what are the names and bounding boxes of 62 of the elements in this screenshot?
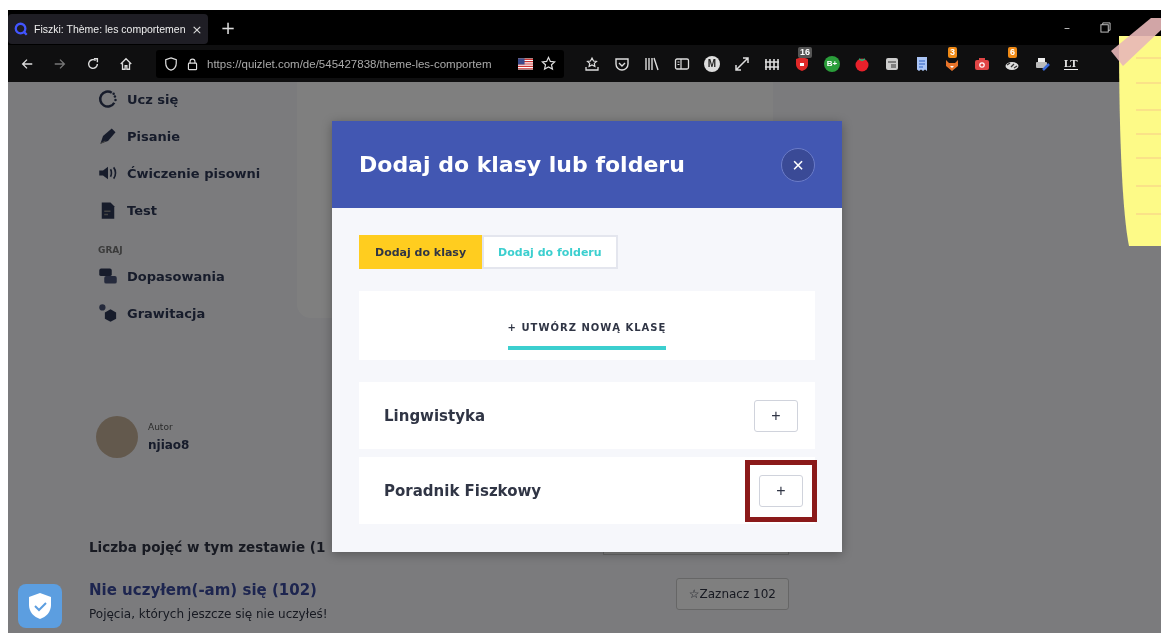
- modal-title: Dodaj do klasy lub folderu: [359, 152, 685, 177]
- letter-circle-icon[interactable]: M: [704, 55, 720, 72]
- study-mode-link[interactable]: Dopasowania: [127, 268, 225, 284]
- tab-title: Fiszki: Thème: les comportemen: [34, 23, 186, 35]
- tray-star-icon[interactable]: [584, 55, 600, 72]
- panel-icon[interactable]: [884, 55, 900, 72]
- home-icon[interactable]: [119, 56, 133, 71]
- count-badge: 6: [1008, 46, 1017, 58]
- restore-icon[interactable]: [1100, 22, 1111, 33]
- expand-arrows-icon[interactable]: [734, 55, 750, 72]
- q-logo-icon: [14, 22, 28, 36]
- tab[interactable]: Dodaj do klasy: [359, 235, 483, 269]
- author-name[interactable]: njiao8: [148, 438, 190, 452]
- dots-icon: [98, 303, 118, 323]
- shield-check-icon[interactable]: [18, 584, 62, 628]
- shield-icon[interactable]: [794, 55, 810, 72]
- lock-icon: [186, 56, 199, 71]
- group-title: Nie uczyłem(-am) się (102): [89, 581, 318, 599]
- add-button[interactable]: +: [759, 474, 803, 507]
- class-name: Poradnik Fiszkowy: [384, 481, 542, 500]
- class-name: Lingwistyka: [384, 406, 486, 425]
- add-button[interactable]: +: [754, 399, 798, 432]
- bookmark-star-icon[interactable]: [541, 56, 556, 71]
- url-text: https://quizlet.com/de/545427838/theme-les-comportem: [207, 57, 493, 70]
- cards-icon: [98, 266, 118, 286]
- document-icon[interactable]: [914, 55, 930, 72]
- close-tab-button[interactable]: ×: [191, 21, 203, 37]
- avatar-photo-placeholder: [96, 416, 138, 458]
- star-all-button[interactable]: ☆Zaznacz 102: [675, 578, 789, 610]
- close-button[interactable]: ×: [781, 147, 815, 182]
- address-bar[interactable]: https://quizlet.com/de/545427838/theme-les-comportem: [156, 49, 564, 78]
- pocket-icon[interactable]: [614, 55, 630, 72]
- count-badge: 3: [948, 46, 957, 58]
- browser-tab[interactable]: Fiszki: Thème: les comportemen ×: [8, 14, 209, 44]
- create-class-button[interactable]: + UTWÓRZ NOWĄ KLASĘ: [507, 313, 667, 350]
- camera-icon[interactable]: [974, 55, 990, 72]
- reload-icon[interactable]: [86, 56, 100, 71]
- study-mode-link[interactable]: Test: [127, 202, 157, 218]
- section-label: GRAJ: [98, 245, 124, 255]
- library-icon[interactable]: [644, 55, 660, 72]
- back-icon[interactable]: [20, 56, 34, 71]
- class-row[interactable]: Lingwistyka +: [359, 382, 815, 449]
- pen-icon: [98, 126, 118, 146]
- study-mode-link[interactable]: Ćwiczenie pisowni: [127, 165, 261, 181]
- study-mode-link[interactable]: Grawitacja: [127, 305, 206, 321]
- circle-letters-icon[interactable]: B+: [824, 55, 840, 72]
- class-row[interactable]: Poradnik Fiszkowy +: [359, 457, 815, 524]
- minimize-button[interactable]: –: [1064, 20, 1070, 35]
- printer-pen-icon[interactable]: [1034, 55, 1050, 72]
- author-label: Autor: [148, 422, 174, 432]
- group-description: Pojęcia, których jeszcze się nie uczyłeś!: [89, 607, 328, 621]
- flag-icon: [518, 57, 533, 70]
- new-tab-button[interactable]: +: [220, 17, 236, 38]
- study-mode-link[interactable]: Ucz się: [127, 91, 179, 107]
- reader-view-icon[interactable]: [674, 55, 690, 72]
- count-badge: 16: [798, 46, 812, 58]
- circle-dots-icon: [98, 89, 118, 109]
- terms-heading: Liczba pojęć w tym zestawie (1: [89, 539, 326, 555]
- study-mode-link[interactable]: Pisanie: [127, 128, 181, 144]
- tomato-icon[interactable]: [854, 55, 870, 72]
- forward-icon[interactable]: [53, 56, 67, 71]
- shield-icon: [164, 56, 178, 71]
